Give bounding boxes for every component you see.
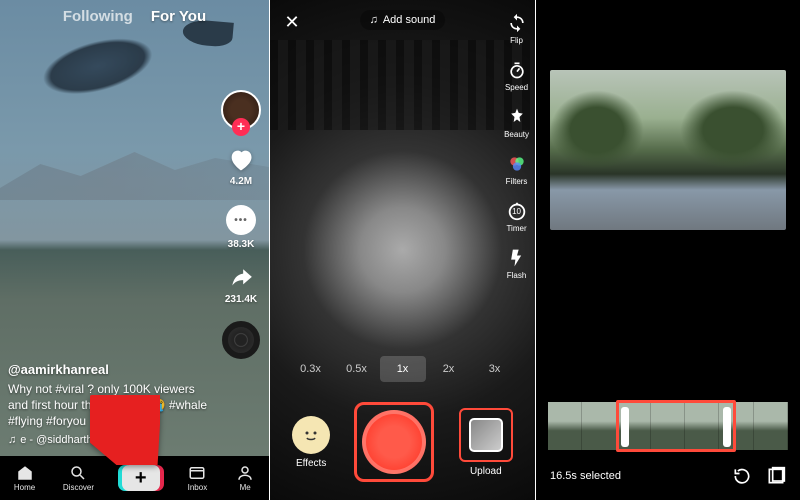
tool-beauty-label: Beauty xyxy=(504,130,529,139)
timer-value: 10 xyxy=(506,207,528,216)
comment-count: 38.3K xyxy=(228,239,255,250)
zoom-1x[interactable]: 1x xyxy=(380,356,426,382)
video-preview xyxy=(550,70,786,230)
viewfinder-detail xyxy=(270,40,535,130)
trim-screen: 16.5s selected xyxy=(536,0,800,500)
nav-me-label: Me xyxy=(240,483,251,492)
feed-tabs: Following For You xyxy=(0,8,269,25)
camera-bottom-controls: Effects Upload xyxy=(270,402,535,482)
effects-button[interactable]: Effects xyxy=(292,416,330,469)
aspect-button[interactable] xyxy=(766,466,786,486)
tool-filters-label: Filters xyxy=(506,177,528,186)
zoom-0-3x[interactable]: 0.3x xyxy=(288,356,334,382)
share-button[interactable]: 231.4K xyxy=(225,266,257,305)
sound-disc[interactable] xyxy=(222,321,260,359)
upload-thumbnail-icon xyxy=(469,418,503,452)
home-icon xyxy=(15,464,35,482)
search-icon xyxy=(68,464,88,482)
effects-label: Effects xyxy=(296,458,326,469)
record-highlight xyxy=(354,402,434,482)
camera-screen: ✕ ♫ Add sound Flip Speed Beauty Filters … xyxy=(270,0,535,500)
feed-screen: Following For You + 4.2M ••• 38.3K 23 xyxy=(0,0,269,500)
nav-home[interactable]: Home xyxy=(14,464,35,492)
share-count: 231.4K xyxy=(225,294,257,305)
follow-plus-icon[interactable]: + xyxy=(232,118,250,136)
add-sound-button[interactable]: ♫ Add sound xyxy=(360,10,446,30)
annotation-arrow xyxy=(90,395,160,470)
rotate-button[interactable] xyxy=(732,466,752,486)
tool-flip-label: Flip xyxy=(510,36,523,45)
preview-detail xyxy=(550,90,644,170)
camera-tools: Flip Speed Beauty Filters 10 Timer Flash xyxy=(504,12,529,280)
filters-icon xyxy=(506,153,528,175)
timeline-frame xyxy=(582,402,616,450)
nav-inbox[interactable]: Inbox xyxy=(187,464,207,492)
tool-filters[interactable]: Filters xyxy=(506,153,528,186)
upload-label: Upload xyxy=(470,466,502,477)
tool-timer-label: Timer xyxy=(506,224,526,233)
creator-avatar[interactable]: + xyxy=(221,90,261,130)
tool-timer[interactable]: 10 Timer xyxy=(506,200,528,233)
trim-selection[interactable] xyxy=(616,400,736,452)
tool-flash-label: Flash xyxy=(507,271,527,280)
flash-icon xyxy=(506,247,528,269)
timer-icon: 10 xyxy=(506,200,528,222)
tab-following[interactable]: Following xyxy=(63,8,133,25)
trim-footer: 16.5s selected xyxy=(550,466,786,486)
like-count: 4.2M xyxy=(230,176,252,187)
tab-for-you[interactable]: For You xyxy=(151,8,206,25)
zoom-selector: 0.3x 0.5x 1x 2x 3x xyxy=(270,356,535,382)
heart-icon xyxy=(226,146,256,174)
trim-handle-left[interactable] xyxy=(621,407,629,447)
zoom-0-5x[interactable]: 0.5x xyxy=(334,356,380,382)
music-note-icon: ♫ xyxy=(8,433,16,448)
inbox-icon xyxy=(187,464,207,482)
preview-detail xyxy=(680,90,786,170)
tool-speed-label: Speed xyxy=(505,83,528,92)
nav-home-label: Home xyxy=(14,483,35,492)
comment-icon: ••• xyxy=(224,203,258,237)
tool-speed[interactable]: Speed xyxy=(505,59,528,92)
record-button[interactable] xyxy=(362,410,426,474)
tool-flash[interactable]: Flash xyxy=(506,247,528,280)
share-icon xyxy=(226,266,256,292)
close-button[interactable]: ✕ xyxy=(280,10,304,34)
action-rail: + 4.2M ••• 38.3K 231.4K xyxy=(221,90,261,359)
tool-beauty[interactable]: Beauty xyxy=(504,106,529,139)
add-sound-label: Add sound xyxy=(383,14,436,26)
flip-icon xyxy=(506,12,528,34)
nav-discover-label: Discover xyxy=(63,483,94,492)
profile-icon xyxy=(235,464,255,482)
timeline-frame xyxy=(548,402,582,450)
beauty-icon xyxy=(506,106,528,128)
like-button[interactable]: 4.2M xyxy=(226,146,256,187)
trim-actions xyxy=(732,466,786,486)
speed-icon xyxy=(506,59,528,81)
nav-inbox-label: Inbox xyxy=(188,483,208,492)
trim-handle-right[interactable] xyxy=(723,407,731,447)
music-note-icon: ♫ xyxy=(370,14,378,26)
comment-button[interactable]: ••• 38.3K xyxy=(224,203,258,250)
effects-icon xyxy=(292,416,330,454)
zoom-3x[interactable]: 3x xyxy=(472,356,518,382)
upload-button[interactable]: Upload xyxy=(459,408,513,477)
nav-me[interactable]: Me xyxy=(235,464,255,492)
zoom-2x[interactable]: 2x xyxy=(426,356,472,382)
selected-duration: 16.5s selected xyxy=(550,470,621,482)
upload-highlight xyxy=(459,408,513,462)
tool-flip[interactable]: Flip xyxy=(506,12,528,45)
username[interactable]: @aamirkhanreal xyxy=(8,361,209,379)
timeline-frame xyxy=(754,402,788,450)
